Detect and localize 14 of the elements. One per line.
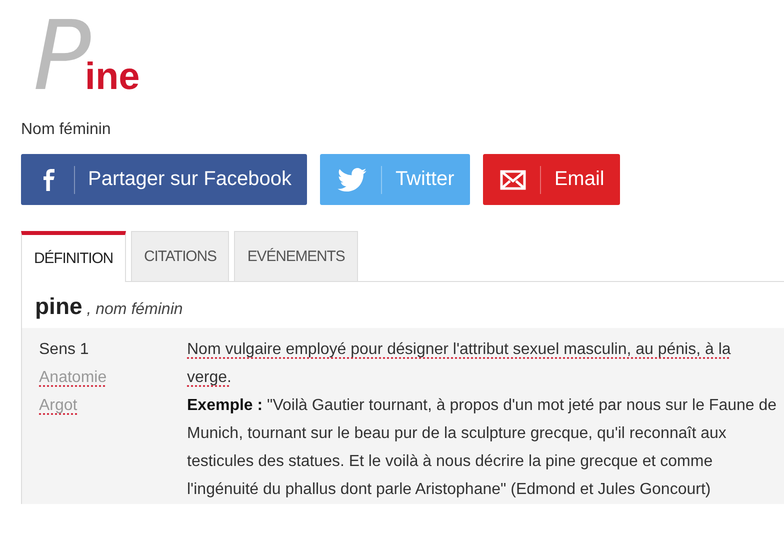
entry-word: pine bbox=[35, 293, 82, 319]
bird-icon bbox=[337, 168, 368, 192]
tab[interactable]: EVÉNEMENTS bbox=[234, 231, 358, 281]
envelope-icon bbox=[500, 170, 526, 190]
example-text: Exemple : "Voilà Gautier tournant, à propos d'un mot jeté par nous sur le Faune de Munich, tournant sur le beau pur de la sculpture grecque, qu'il reconnaît aux testicules des statues. Et le voilà à nous décrire la pine grecque et comme l'ingénuité du phallus dont parle Aristophane" (Edmond et Jules Goncourt) bbox=[187, 396, 777, 500]
grammar-label: , nom féminin bbox=[86, 301, 183, 318]
share-button[interactable]: Email bbox=[483, 154, 620, 205]
sense-number: Sens 1 bbox=[39, 340, 89, 360]
share-button[interactable]: Partager sur Facebook bbox=[21, 154, 308, 205]
tab[interactable]: CITATIONS bbox=[131, 231, 230, 281]
word-category: Nom féminin bbox=[21, 121, 112, 140]
page-title: Pine bbox=[32, 0, 141, 110]
definition-text: Nom vulgaire employé pour désigner l'attribut sexuel masculin, au pénis, à la verge. bbox=[187, 340, 732, 388]
tab[interactable]: DÉFINITION bbox=[21, 231, 126, 282]
